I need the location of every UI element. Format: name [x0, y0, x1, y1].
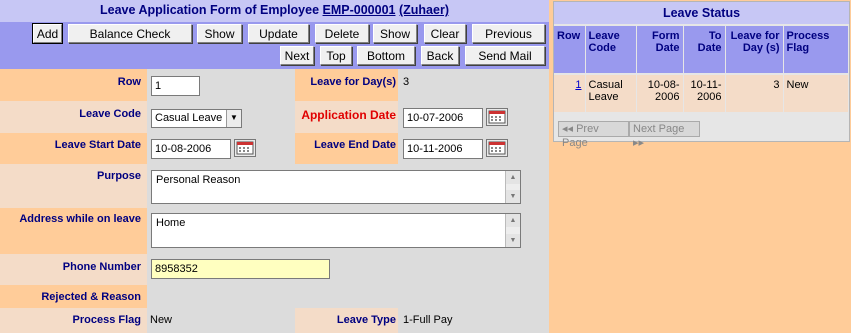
add-button[interactable]: Add — [32, 23, 63, 44]
cell-process-flag: New — [783, 73, 848, 112]
col-to-date: To Date — [683, 26, 726, 74]
prev-page-button[interactable]: ◂◂ Prev Page — [558, 121, 629, 149]
cell-row: 1 — [554, 73, 586, 112]
form-title: Leave Application Form of Employee EMP-0… — [0, 0, 549, 22]
row-input[interactable] — [151, 76, 200, 96]
send-mail-button[interactable]: Send Mail — [465, 46, 545, 65]
leave-application-form: Leave Application Form of Employee EMP-0… — [0, 0, 549, 333]
address-text: Home — [156, 217, 186, 229]
leave-code-select[interactable]: Casual Leave ▼ — [151, 109, 242, 128]
scroll-up-icon[interactable]: ▲ — [506, 171, 520, 184]
show-button[interactable]: Show — [197, 24, 242, 43]
update-button[interactable]: Update — [248, 24, 309, 43]
form-row-leave-code: Leave Code Casual Leave ▼ Application Da… — [0, 101, 549, 133]
process-flag-label: Process Flag — [72, 314, 141, 326]
calendar-icon[interactable] — [486, 139, 508, 157]
phone-label: Phone Number — [62, 261, 141, 273]
col-form-date: Form Date — [636, 26, 684, 74]
purpose-label: Purpose — [96, 170, 141, 182]
top-button[interactable]: Top — [320, 46, 352, 65]
row-link[interactable]: 1 — [575, 79, 581, 91]
form-row-dates: Leave Start Date Leave End Date — [0, 133, 549, 164]
back-button[interactable]: Back — [421, 46, 459, 65]
employee-name: (Zuhaer) — [398, 3, 449, 17]
scrollbar[interactable]: ▲ ▼ — [505, 214, 520, 247]
leave-code-label: Leave Code — [79, 108, 141, 120]
show-all-button[interactable]: Show — [373, 24, 417, 43]
next-button[interactable]: Next — [280, 46, 314, 65]
cell-leave-days: 3 — [725, 73, 784, 112]
leave-status-panel: Leave Status Row Leave Code Form Date To… — [553, 1, 850, 149]
leave-days-value: 3 — [403, 76, 410, 88]
phone-input[interactable] — [151, 259, 330, 279]
purpose-text: Personal Reason — [156, 174, 241, 186]
cell-leave-code: Casual Leave — [585, 73, 637, 112]
previous-button[interactable]: Previous — [472, 24, 545, 43]
leave-start-label: Leave Start Date — [54, 139, 141, 151]
col-process-flag: Process Flag — [783, 26, 848, 74]
scroll-down-icon[interactable]: ▼ — [506, 190, 520, 203]
cell-to-date: 10-11-2006 — [683, 73, 726, 112]
application-date-label: Application Date — [301, 108, 396, 122]
purpose-textarea[interactable]: Personal Reason ▲ ▼ — [151, 170, 521, 204]
bottom-button[interactable]: Bottom — [357, 46, 415, 65]
toolbar: Add Balance Check Show Update Delete Sho… — [0, 22, 549, 69]
scrollbar[interactable]: ▲ ▼ — [505, 171, 520, 203]
scroll-up-icon[interactable]: ▲ — [506, 214, 520, 227]
col-leave-days: Leave for Day (s) — [725, 26, 784, 74]
calendar-icon[interactable] — [234, 139, 256, 157]
rejected-reason-cell — [147, 285, 549, 308]
rejected-reason-label: Rejected & Reason — [41, 291, 141, 303]
address-label: Address while on leave — [19, 213, 141, 225]
employee-id-link[interactable]: EMP-000001 — [323, 3, 396, 17]
form-title-prefix: Leave Application Form of Employee — [100, 3, 320, 17]
leave-end-label: Leave End Date — [314, 139, 396, 151]
calendar-icon[interactable] — [486, 108, 508, 126]
process-flag-value: New — [150, 314, 173, 326]
row-label: Row — [117, 76, 141, 88]
col-row: Row — [554, 26, 586, 74]
form-row-phone: Phone Number — [0, 254, 549, 285]
form-row-process: Process Flag New Leave Type 1-Full Pay — [0, 308, 549, 333]
clear-button[interactable]: Clear — [424, 24, 466, 43]
leave-status-title: Leave Status — [554, 2, 849, 24]
address-textarea[interactable]: Home ▲ ▼ — [151, 213, 521, 248]
leave-status-table: Row Leave Code Form Date To Date Leave f… — [554, 26, 848, 112]
leave-type-label: Leave Type — [336, 314, 396, 326]
scroll-down-icon[interactable]: ▼ — [506, 234, 520, 247]
leave-start-input[interactable] — [151, 139, 231, 159]
form-row-address: Address while on leave Home ▲ ▼ — [0, 208, 549, 254]
leave-days-label: Leave for Day(s) — [310, 76, 396, 88]
balance-check-button[interactable]: Balance Check — [68, 24, 192, 43]
leave-end-input[interactable] — [403, 139, 483, 159]
delete-button[interactable]: Delete — [315, 24, 369, 43]
next-page-button[interactable]: Next Page ▸▸ — [629, 121, 700, 149]
application-date-input[interactable] — [403, 108, 483, 128]
form-row-row: Row Leave for Day(s) 3 — [0, 69, 549, 101]
leave-type-value: 1-Full Pay — [403, 314, 453, 326]
chevron-down-icon[interactable]: ▼ — [226, 110, 241, 127]
leave-days-cell — [398, 69, 549, 101]
leave-code-selected: Casual Leave — [155, 112, 223, 124]
form-row-purpose: Purpose Personal Reason ▲ ▼ — [0, 164, 549, 208]
table-row: 1 Casual Leave 10-08-2006 10-11-2006 3 N… — [554, 73, 848, 112]
col-leave-code: Leave Code — [585, 26, 637, 74]
cell-form-date: 10-08-2006 — [636, 73, 684, 112]
form-row-rejected: Rejected & Reason — [0, 285, 549, 308]
